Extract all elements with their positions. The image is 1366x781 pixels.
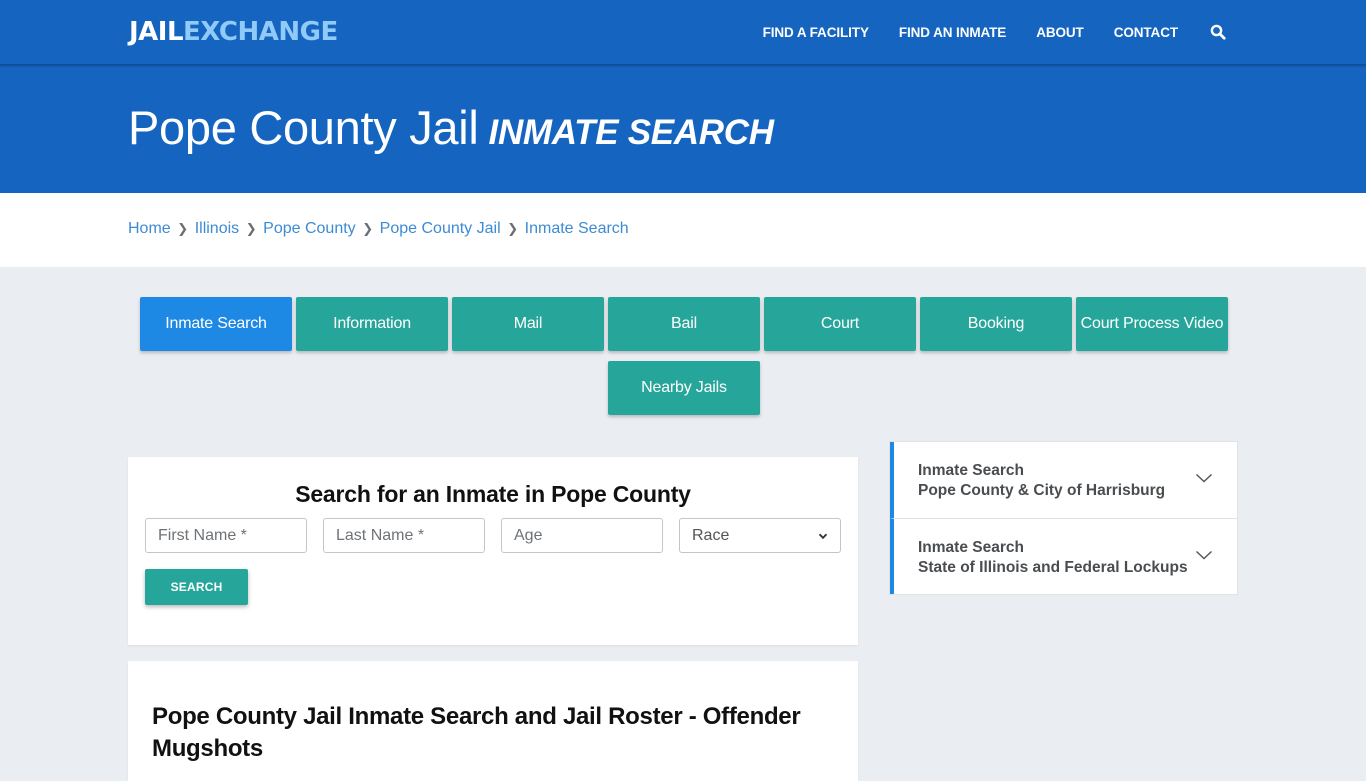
tab-booking[interactable]: Booking: [920, 297, 1072, 351]
breadcrumb: Home ❯ Illinois ❯ Pope County ❯ Pope Cou…: [128, 220, 629, 238]
accordion-item-label: Inmate Search State of Illinois and Fede…: [918, 538, 1188, 578]
section-tabs: Inmate Search Information Mail Bail Cour…: [139, 297, 1229, 415]
accordion-item-line2: Pope County & City of Harrisburg: [918, 482, 1166, 499]
chevron-right-icon: ❯: [177, 221, 189, 236]
search-icon[interactable]: [1210, 24, 1226, 40]
nav-find-a-facility[interactable]: FIND A FACILITY: [763, 25, 869, 40]
race-select-value: Race: [692, 526, 730, 544]
tab-bail[interactable]: Bail: [608, 297, 760, 351]
breadcrumb-illinois[interactable]: Illinois: [195, 220, 239, 238]
tab-information[interactable]: Information: [296, 297, 448, 351]
accordion-item-line1: Inmate Search: [918, 462, 1024, 479]
accordion-item-line2: State of Illinois and Federal Lockups: [918, 559, 1188, 576]
article-title: Pope County Jail Inmate Search and Jail …: [152, 703, 801, 762]
breadcrumb-pope-county-jail[interactable]: Pope County Jail: [380, 220, 501, 238]
inmate-search-form: Search for an Inmate in Pope County Race…: [128, 457, 858, 645]
breadcrumb-bar: Home ❯ Illinois ❯ Pope County ❯ Pope Cou…: [0, 193, 1366, 267]
chevron-right-icon: ❯: [245, 221, 257, 236]
tab-mail[interactable]: Mail: [452, 297, 604, 351]
breadcrumb-pope-county[interactable]: Pope County: [263, 220, 356, 238]
first-name-input[interactable]: [145, 518, 307, 553]
logo-jail-text: JAIL: [129, 17, 184, 47]
race-select[interactable]: Race: [679, 518, 841, 553]
main-nav: FIND A FACILITY FIND AN INMATE ABOUT CON…: [733, 0, 1226, 64]
breadcrumb-home[interactable]: Home: [128, 220, 171, 238]
search-button[interactable]: SEARCH: [145, 569, 248, 605]
page-title-main: Pope County Jail: [128, 101, 479, 154]
chevron-down-icon: [1196, 473, 1212, 483]
nav-contact[interactable]: CONTACT: [1114, 25, 1178, 40]
search-form-title: Search for an Inmate in Pope County: [295, 481, 691, 507]
accordion-item-pope-county[interactable]: Inmate Search Pope County & City of Harr…: [890, 442, 1237, 518]
breadcrumb-inmate-search[interactable]: Inmate Search: [525, 220, 629, 238]
chevron-right-icon: ❯: [362, 221, 374, 236]
page-title-subtitle: INMATE SEARCH: [488, 113, 774, 152]
accordion-item-state-federal[interactable]: Inmate Search State of Illinois and Fede…: [890, 518, 1237, 594]
article-card: Pope County Jail Inmate Search and Jail …: [128, 661, 858, 781]
nav-about[interactable]: ABOUT: [1036, 25, 1084, 40]
page-title: Pope County Jail INMATE SEARCH: [128, 100, 774, 161]
age-input[interactable]: [501, 518, 663, 553]
tab-inmate-search[interactable]: Inmate Search: [140, 297, 292, 351]
hero-banner: Pope County Jail INMATE SEARCH: [0, 64, 1366, 193]
nav-find-an-inmate[interactable]: FIND AN INMATE: [899, 25, 1006, 40]
chevron-right-icon: ❯: [507, 221, 519, 236]
chevron-down-icon: [818, 533, 828, 539]
chevron-down-icon: [1196, 550, 1212, 560]
tab-nearby-jails[interactable]: Nearby Jails: [608, 361, 760, 415]
tab-court-process-video[interactable]: Court Process Video: [1076, 297, 1228, 351]
logo-exchange-text: EXCHANGE: [183, 17, 338, 47]
site-logo[interactable]: JAILEXCHANGE: [129, 15, 338, 49]
last-name-input[interactable]: [323, 518, 485, 553]
sidebar-accordion: Inmate Search Pope County & City of Harr…: [889, 441, 1238, 595]
tab-court[interactable]: Court: [764, 297, 916, 351]
accordion-item-label: Inmate Search Pope County & City of Harr…: [918, 461, 1165, 501]
top-navbar: JAILEXCHANGE FIND A FACILITY FIND AN INM…: [0, 0, 1366, 65]
accordion-item-line1: Inmate Search: [918, 539, 1024, 556]
